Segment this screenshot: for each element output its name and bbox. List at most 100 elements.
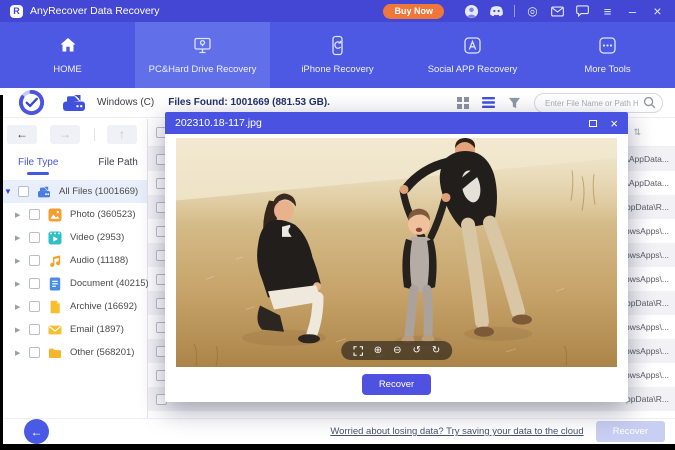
tree-item-archive[interactable]: ▶ Archive (16692)	[0, 295, 147, 318]
screen-edge	[0, 95, 3, 444]
tree-item-document[interactable]: ▶ Document (40215)	[0, 272, 147, 295]
all-files-icon	[37, 185, 51, 199]
tree-checkbox[interactable]	[29, 278, 40, 289]
recover-button[interactable]: Recover	[362, 374, 431, 395]
tree-item-photo[interactable]: ▶ Photo (360523)	[0, 203, 147, 226]
tree-item-email[interactable]: ▶ Email (1897)	[0, 318, 147, 341]
drive-label: Windows (C)	[97, 97, 154, 108]
close-button[interactable]	[650, 4, 665, 19]
bottom-bar: Worried about losing data? Try saving yo…	[0, 418, 675, 444]
tree-label: Photo (360523)	[70, 209, 136, 220]
search-icon[interactable]	[643, 96, 656, 114]
tab-label: HOME	[53, 64, 82, 75]
cloud-backup-link[interactable]: Worried about losing data? Try saving yo…	[330, 426, 583, 437]
tree-checkbox[interactable]	[29, 232, 40, 243]
file-type-tree: ▼ All Files (1001669) ▶ Photo (360523)	[0, 180, 147, 364]
tree-label: All Files (1001669)	[59, 186, 138, 197]
drive-icon	[61, 92, 87, 114]
email-icon	[48, 323, 62, 337]
pc-recovery-icon	[191, 33, 215, 57]
preview-filename: 202310.18-117.jpg	[175, 117, 262, 129]
mail-icon[interactable]	[550, 4, 565, 19]
rotate-left-icon[interactable]	[413, 346, 421, 356]
maximize-icon[interactable]	[589, 120, 597, 127]
zoom-out-icon[interactable]	[393, 346, 401, 356]
sort-icon[interactable]	[633, 127, 641, 138]
files-found-status: Files Found: 1001669 (881.53 GB).	[168, 97, 330, 108]
back-step-button[interactable]	[24, 419, 49, 444]
filter-icon[interactable]	[508, 97, 521, 109]
tab-home[interactable]: HOME	[0, 22, 135, 88]
feedback-icon[interactable]	[575, 4, 590, 19]
tree-checkbox[interactable]	[29, 347, 40, 358]
document-icon	[48, 277, 62, 291]
tree-item-other[interactable]: ▶ Other (568201)	[0, 341, 147, 364]
account-icon[interactable]	[464, 4, 479, 19]
tree-checkbox[interactable]	[29, 209, 40, 220]
tab-file-type[interactable]: File Type	[18, 149, 58, 176]
tab-file-path[interactable]: File Path	[98, 149, 137, 176]
expand-icon[interactable]: ▶	[15, 326, 26, 334]
nav-tabs: HOME PC&Hard Drive Recovery iPhone Recov…	[0, 22, 675, 88]
recover-button-disabled[interactable]: Recover	[596, 421, 665, 442]
tab-iphone-recovery[interactable]: iPhone Recovery	[270, 22, 405, 88]
up-button[interactable]	[107, 125, 137, 144]
tab-social-app-recovery[interactable]: Social APP Recovery	[405, 22, 540, 88]
list-view-icon[interactable]	[482, 97, 495, 108]
audio-icon	[48, 254, 62, 268]
tree-checkbox[interactable]	[29, 255, 40, 266]
search-box	[534, 93, 663, 113]
tree-checkbox[interactable]	[18, 186, 29, 197]
scan-complete-icon	[18, 89, 45, 116]
buy-now-button[interactable]: Buy Now	[383, 4, 444, 19]
tree-label: Archive (16692)	[70, 301, 137, 312]
rotate-right-icon[interactable]	[432, 346, 440, 356]
forward-button[interactable]	[50, 125, 80, 144]
tree-label: Video (2953)	[70, 232, 124, 243]
expand-icon[interactable]: ▶	[15, 211, 26, 219]
expand-icon[interactable]: ▶	[15, 280, 26, 288]
tree-item-audio[interactable]: ▶ Audio (11188)	[0, 249, 147, 272]
discord-icon[interactable]	[489, 4, 504, 19]
tree-item-all-files[interactable]: ▼ All Files (1001669)	[0, 180, 147, 203]
close-preview-icon[interactable]	[610, 117, 618, 130]
tree-label: Email (1897)	[70, 324, 124, 335]
tab-label: iPhone Recovery	[301, 64, 373, 75]
tree-item-video[interactable]: ▶ Video (2953)	[0, 226, 147, 249]
app-logo-icon	[10, 5, 23, 18]
sidebar: File Type File Path ▼ All Files (1001669…	[0, 119, 148, 418]
sidebar-tabs: File Type File Path	[0, 149, 147, 176]
zoom-in-icon[interactable]	[374, 346, 382, 356]
titlebar: AnyRecover Data Recovery Buy Now	[0, 0, 675, 22]
expand-icon[interactable]: ▶	[15, 349, 26, 357]
minimize-button[interactable]	[625, 4, 640, 19]
menu-icon[interactable]	[600, 4, 615, 19]
tab-label: More Tools	[584, 64, 630, 75]
tree-checkbox[interactable]	[29, 324, 40, 335]
back-button[interactable]	[7, 125, 37, 144]
app-window: AnyRecover Data Recovery Buy Now	[0, 0, 675, 450]
titlebar-actions: Buy Now	[383, 4, 665, 19]
fullscreen-icon[interactable]	[353, 346, 363, 356]
support-icon[interactable]	[525, 4, 540, 19]
expand-icon[interactable]: ▶	[15, 234, 26, 242]
folder-icon	[48, 346, 62, 360]
preview-modal-titlebar: 202310.18-117.jpg	[165, 112, 628, 134]
tab-more-tools[interactable]: More Tools	[540, 22, 675, 88]
tab-pc-hard-drive-recovery[interactable]: PC&Hard Drive Recovery	[135, 22, 270, 88]
archive-icon	[48, 300, 62, 314]
app-title: AnyRecover Data Recovery	[30, 5, 160, 17]
expand-icon[interactable]: ▶	[15, 257, 26, 265]
collapse-icon[interactable]: ▼	[4, 187, 15, 196]
social-app-recovery-icon	[461, 33, 485, 57]
photo-icon	[48, 208, 62, 222]
screen-edge	[0, 444, 675, 450]
tree-checkbox[interactable]	[29, 301, 40, 312]
expand-icon[interactable]: ▶	[15, 303, 26, 311]
more-tools-icon	[596, 33, 620, 57]
grid-view-icon[interactable]	[457, 97, 469, 109]
tree-label: Other (568201)	[70, 347, 134, 358]
preview-modal-footer: Recover	[165, 367, 628, 402]
titlebar-divider	[514, 5, 515, 17]
tab-label: Social APP Recovery	[428, 64, 518, 75]
